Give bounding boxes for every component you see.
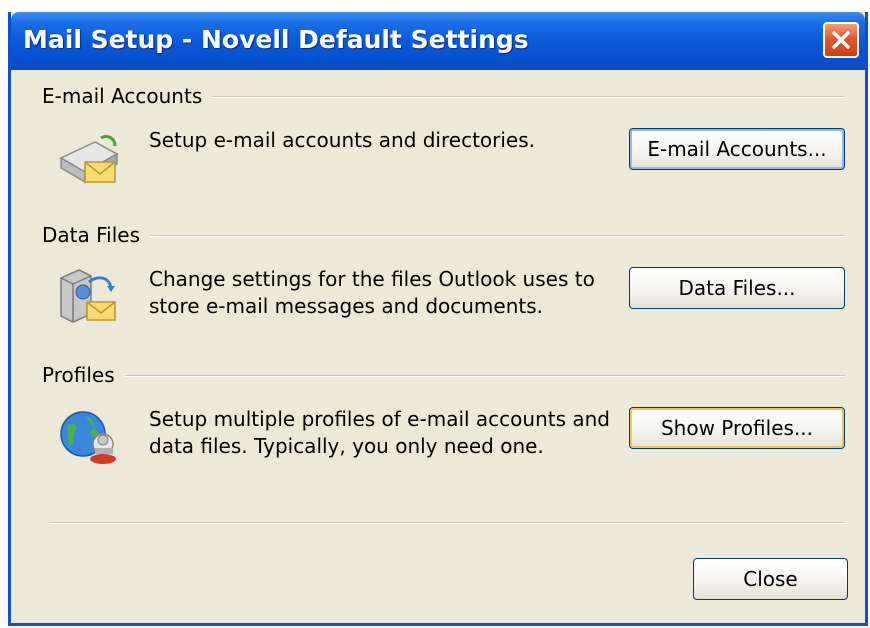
show-profiles-button-label: Show Profiles... (660, 416, 813, 440)
email-accounts-heading: E-mail Accounts (42, 84, 213, 108)
data-files-description-line1: Change settings for the files Outlook us… (149, 267, 595, 291)
email-accounts-icon (55, 130, 121, 190)
data-files-heading: Data Files (42, 223, 150, 247)
profiles-icon (55, 404, 121, 464)
email-accounts-description: Setup e-mail accounts and directories. (149, 128, 536, 152)
data-files-button-label: Data Files... (678, 276, 796, 300)
mail-setup-dialog: Mail Setup - Novell Default Settings E-m… (8, 12, 868, 626)
close-button[interactable]: Close (693, 558, 848, 600)
profiles-description-line2: data files. Typically, you only need one… (149, 434, 544, 458)
close-button-label: Close (743, 567, 798, 591)
data-files-description-line2: store e-mail messages and documents. (149, 294, 544, 318)
show-profiles-button[interactable]: Show Profiles... (629, 407, 845, 449)
data-files-divider (42, 235, 845, 237)
data-files-button[interactable]: Data Files... (629, 267, 845, 309)
profiles-description: Setup multiple profiles of e-mail accoun… (149, 406, 619, 460)
email-accounts-button-label: E-mail Accounts... (647, 137, 827, 161)
data-files-description: Change settings for the files Outlook us… (149, 266, 619, 320)
email-accounts-button[interactable]: E-mail Accounts... (629, 128, 845, 170)
footer-divider (49, 522, 845, 524)
close-x-icon[interactable] (823, 22, 859, 58)
title-bar[interactable]: Mail Setup - Novell Default Settings (11, 12, 865, 70)
profiles-heading: Profiles (42, 363, 125, 387)
window-title: Mail Setup - Novell Default Settings (23, 25, 529, 54)
profiles-divider (42, 375, 845, 377)
profiles-description-line1: Setup multiple profiles of e-mail accoun… (149, 407, 610, 431)
data-files-icon (55, 264, 121, 324)
